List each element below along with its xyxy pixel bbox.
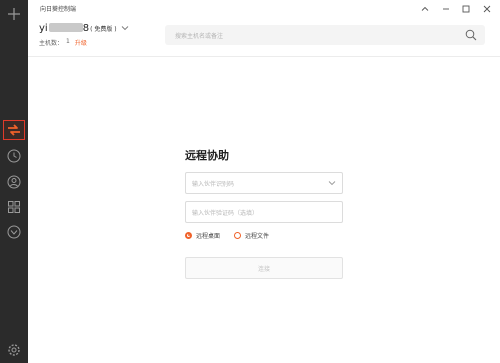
header: yi 8 ( 免费版 ) 主机数： 1 升级 搜索主机名或备注 [28,18,500,57]
chevron-up-icon [421,6,429,11]
contact-icon [7,175,21,189]
sidebar-item-history[interactable] [4,146,24,166]
minimize-icon [443,8,449,10]
title-bar: 向日葵控制端 [28,0,500,18]
search-icon[interactable] [465,29,477,41]
chevron-down-icon [121,26,128,31]
apps-grid-icon [8,201,20,213]
hosts-count: 1 [66,38,70,45]
minimize-button[interactable] [439,2,453,16]
settings-button[interactable] [4,340,24,360]
connect-button[interactable]: 连接 [185,257,343,279]
radio-remote-file[interactable]: 远程文件 [234,231,269,240]
sidebar [0,0,28,363]
username-redacted [48,23,83,32]
hosts-label: 主机数： [39,40,64,47]
radio-remote-desktop[interactable]: 远程桌面 [185,231,220,240]
chevron-down-icon[interactable] [328,180,336,186]
clock-icon [7,149,21,163]
mode-radio-group: 远程桌面 远程文件 [185,230,345,240]
sidebar-item-remote-assist[interactable] [3,120,25,140]
add-button[interactable] [4,4,24,24]
partner-id-input[interactable]: 输入伙伴识别码 [185,172,343,194]
partner-code-input[interactable]: 输入伙伴验证码（选填） [185,201,343,223]
hosts-info: 主机数： 1 升级 [39,38,87,47]
plan-label: ( 免费版 ) [90,26,117,33]
search-placeholder: 搜索主机名或备注 [175,32,224,40]
account-menu[interactable]: yi 8 ( 免费版 ) [39,22,129,34]
search-input[interactable]: 搜索主机名或备注 [165,25,485,45]
username-suffix: 8 [82,23,90,34]
radio-selected-indicator [185,231,192,239]
sidebar-item-apps[interactable] [4,197,24,217]
partner-code-placeholder: 输入伙伴验证码（选填） [192,209,259,217]
upgrade-link[interactable]: 升级 [75,38,87,47]
plus-icon [8,8,20,20]
main-content: 远程协助 输入伙伴识别码 输入伙伴验证码（选填） 远程桌面 远程文件 连接 [28,57,500,363]
window-title: 向日葵控制端 [40,6,77,13]
close-button[interactable] [480,2,494,16]
gear-icon [8,344,20,356]
radio-label-remote-desktop: 远程桌面 [196,232,221,240]
panel-title: 远程协助 [185,149,229,162]
partner-id-placeholder: 输入伙伴识别码 [192,180,235,188]
sidebar-item-contacts[interactable] [4,172,24,192]
cube-icon [7,225,21,239]
collapse-button[interactable] [418,2,432,16]
close-icon [483,5,491,13]
radio-label-remote-file: 远程文件 [245,232,270,240]
radio-unselected-indicator [234,231,242,239]
sidebar-item-devices[interactable] [4,222,24,242]
remote-assist-panel: 远程协助 输入伙伴识别码 输入伙伴验证码（选填） 远程桌面 远程文件 连接 [185,147,345,279]
remote-swap-icon [8,124,20,136]
maximize-button[interactable] [459,2,473,16]
username-prefix: yi [39,23,48,34]
maximize-icon [462,5,470,13]
